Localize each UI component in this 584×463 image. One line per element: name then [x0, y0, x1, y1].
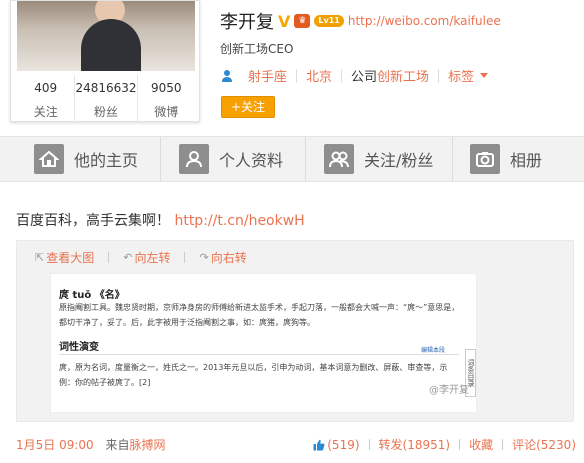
people-icon	[324, 144, 354, 174]
rotate-left-icon: ↶	[123, 251, 133, 264]
stat-fans-label: 粉丝	[94, 105, 119, 119]
doc-subheading: 词性演变	[59, 342, 99, 353]
nav-divider	[160, 137, 161, 181]
rotate-left-button[interactable]: ↶ 向左转	[123, 249, 170, 266]
stat-posts-num: 9050	[151, 81, 182, 95]
expand-icon: ⇱	[35, 251, 45, 264]
tab-album-label: 相册	[510, 151, 543, 170]
info-company-link[interactable]: 创新工场	[377, 66, 429, 85]
rotate-right-icon: ↷	[199, 251, 209, 264]
like-button[interactable]: (519)	[327, 438, 359, 452]
chevron-down-icon[interactable]	[480, 73, 489, 78]
rotate-right-label: 向右转	[210, 251, 247, 265]
view-large-button[interactable]: ⇱ 查看大图	[35, 249, 94, 266]
avatar[interactable]	[17, 1, 195, 71]
info-divider	[438, 68, 440, 83]
weibo-post: 百度百科，高手云集啊！ http://t.cn/heokwH ⇱ 查看大图 ↶ …	[0, 182, 584, 463]
stat-posts[interactable]: 9050 微博	[138, 75, 195, 121]
stat-following[interactable]: 409 关注	[17, 75, 76, 121]
info-sign-link[interactable]: 射手座	[248, 66, 287, 85]
nav-divider	[452, 137, 453, 181]
info-company-prefix: 公司	[351, 70, 378, 85]
profile-header: 409 关注 24816632 粉丝 9050 微博 李开复 V ♛ Lv11 …	[0, 0, 584, 136]
action-divider	[368, 439, 370, 450]
info-divider	[296, 68, 298, 83]
doc-paragraph-2: 庹，原为名词，度量衡之一，姓氏之一。2013年元旦以后，引申为动词，基本词意为删…	[59, 363, 448, 387]
verified-icon[interactable]: V	[278, 12, 290, 31]
post-text-body: 百度百科，高手云集啊！	[16, 213, 170, 229]
member-crown-icon[interactable]: ♛	[294, 14, 311, 28]
post-text: 百度百科，高手云集啊！ http://t.cn/heokwH	[16, 210, 305, 230]
rotate-left-label: 向左转	[134, 251, 171, 265]
avatar-card: 409 关注 24816632 粉丝 9050 微博	[10, 0, 200, 122]
action-divider	[459, 439, 461, 450]
person-icon	[179, 144, 209, 174]
info-divider	[341, 68, 343, 83]
house-icon	[34, 144, 64, 174]
info-city-link[interactable]: 北京	[306, 66, 332, 85]
doc-heading: 庹 tuǒ 《名》	[59, 290, 125, 301]
image-watermark: @李开复	[429, 385, 469, 396]
name-row: 李开复 V ♛ Lv11 http://weibo.com/kaifulee	[220, 10, 501, 34]
view-large-label: 查看大图	[46, 251, 95, 265]
post-from-prefix: 来自	[105, 438, 130, 452]
post-actions: (519) 转发(18951) 收藏 评论(5230)	[313, 436, 576, 453]
post-time-link[interactable]: 1月5日 09:00	[16, 438, 94, 452]
post-short-link[interactable]: http://t.cn/heokwH	[174, 213, 304, 229]
favorite-button[interactable]: 收藏	[469, 436, 493, 453]
media-toolbar: ⇱ 查看大图 ↶ 向左转 ↷ 向右转	[35, 249, 247, 266]
profile-url-link[interactable]: http://weibo.com/kaifulee	[348, 14, 501, 28]
tab-relations-label: 关注/粉丝	[364, 151, 434, 170]
repost-button[interactable]: 转发(18951)	[379, 436, 451, 453]
comment-button[interactable]: 评论(5230)	[512, 436, 576, 453]
stat-following-label: 关注	[33, 105, 58, 119]
level-badge[interactable]: Lv11	[314, 15, 344, 27]
profile-info-row: 射手座 北京 公司 创新工场 标签	[220, 66, 489, 85]
stat-fans-num: 24816632	[75, 81, 137, 95]
post-source-link[interactable]: 脉搏网	[130, 438, 166, 452]
tab-home-label: 他的主页	[74, 151, 139, 170]
profile-name: 李开复	[220, 12, 274, 33]
person-icon	[222, 69, 232, 82]
doc-edit-link: 编辑本段	[421, 347, 446, 354]
tab-album[interactable]: 相册	[470, 137, 542, 181]
profile-nav: 他的主页 个人资料 关注/粉丝 相册	[0, 136, 584, 182]
thumbs-up-icon[interactable]	[313, 439, 325, 451]
stat-fans[interactable]: 24816632 粉丝	[75, 75, 138, 121]
profile-stats: 409 关注 24816632 粉丝 9050 微博	[17, 75, 195, 121]
doc-divider	[59, 354, 459, 355]
media-box: ⇱ 查看大图 ↶ 向左转 ↷ 向右转 庹 tuǒ 《名》 原指阉割工具。魏忠贤时…	[16, 240, 574, 422]
profile-title: 创新工场CEO	[220, 42, 294, 56]
avatar-suit	[81, 19, 141, 71]
action-divider	[502, 439, 504, 450]
tab-home[interactable]: 他的主页	[34, 137, 138, 181]
tab-relations[interactable]: 关注/粉丝	[324, 137, 433, 181]
post-image[interactable]: 庹 tuǒ 《名》 原指阉割工具。魏忠贤时期，京师净身房的师傅给新进太监手术，手…	[50, 273, 477, 413]
tab-profile[interactable]: 个人资料	[179, 137, 283, 181]
doc-paragraph-1: 原指阉割工具。魏忠贤时期，京师净身房的师傅给新进太监手术，手起刀落，一般都会大喊…	[59, 303, 460, 327]
tool-divider	[184, 252, 186, 263]
tool-divider	[108, 252, 110, 263]
post-footer: 1月5日 09:00 来自脉搏网 (519) 转发(18951) 收藏 评论(5…	[16, 436, 576, 453]
stat-posts-label: 微博	[154, 105, 179, 119]
info-tags-link[interactable]: 标签	[448, 66, 474, 85]
tab-profile-label: 个人资料	[219, 151, 284, 170]
nav-divider	[305, 137, 306, 181]
stat-following-num: 409	[34, 81, 58, 95]
camera-icon	[470, 144, 500, 174]
follow-button[interactable]: +关注	[221, 96, 275, 118]
rotate-right-button[interactable]: ↷ 向右转	[199, 249, 246, 266]
